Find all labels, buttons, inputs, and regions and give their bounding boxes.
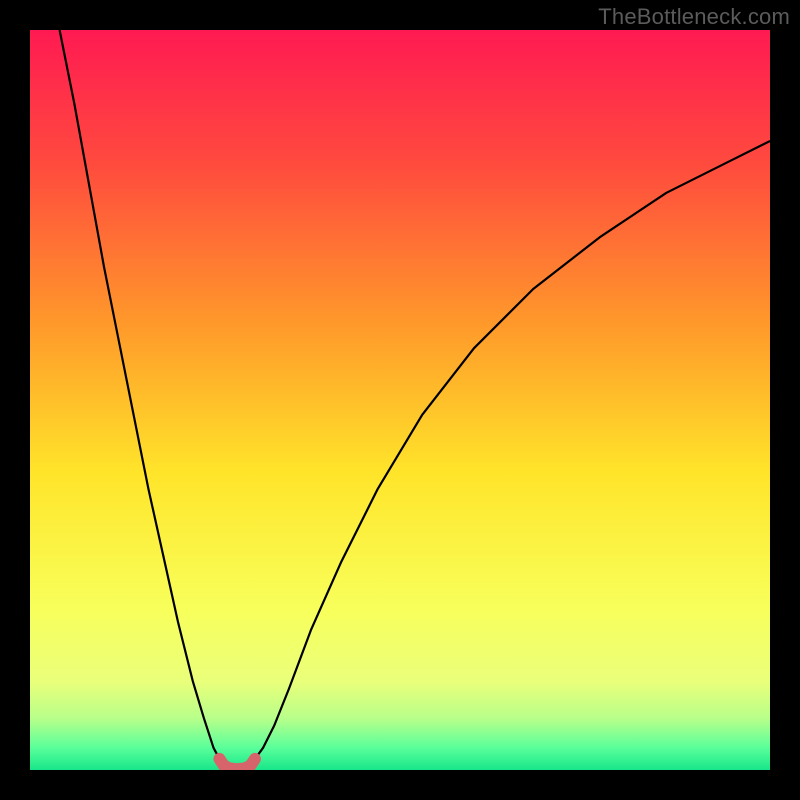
chart-background [30, 30, 770, 770]
watermark-text: TheBottleneck.com [598, 4, 790, 30]
bottleneck-chart [30, 30, 770, 770]
chart-frame: TheBottleneck.com [0, 0, 800, 800]
